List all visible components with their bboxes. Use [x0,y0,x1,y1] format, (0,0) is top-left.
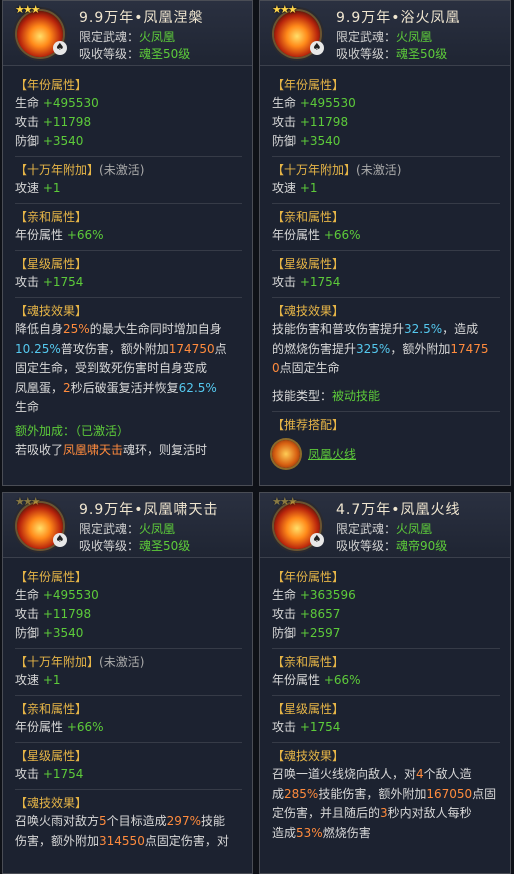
skill-description: 降低自身25%的最大生命同时增加自身 10.25%普攻伤害，额外附加174750… [15,322,227,414]
affinity-header: 【亲和属性】 [272,655,345,669]
card-header: ★★★ ♠ 4.7万年•凤凰火线 限定武魂：火凤凰 吸收等级：魂帝90级 [260,493,510,558]
card-header: ★★★ ♠ 9.9万年•凤凰涅槃 限定武魂：火凤凰 吸收等级：魂圣50级 [3,1,252,66]
bonus-header: 【十万年附加】(未激活) [15,655,145,669]
divider [15,250,242,251]
def-row: 防御 +3540 [272,134,341,148]
skill-description: 召唤火雨对敌方5个目标造成297%技能 伤害，额外附加314550点固定伤害，对 [15,814,229,848]
skill-type-row: 技能类型：被动技能 [272,388,381,403]
divider [15,648,242,649]
hp-row: 生命 +495530 [15,96,99,110]
divider [15,789,242,790]
divider [272,742,500,743]
star-row: 攻击 +1754 [15,767,84,781]
skill-header: 【魂技效果】 [15,304,88,318]
extra-bonus-text: 若吸收了凤凰啸天击魂环，则复活时 [15,442,208,457]
divider [272,410,500,412]
limit-row: 限定武魂：火凤凰 [79,522,176,536]
level-row: 吸收等级：魂帝90级 [336,539,448,553]
atk-row: 攻击 +11798 [15,607,92,621]
divider [272,297,500,298]
star-attr-header: 【星级属性】 [15,257,88,271]
year-attr-header: 【年份属性】 [15,570,88,584]
def-row: 防御 +2597 [272,626,341,640]
skill-header: 【魂技效果】 [272,304,345,318]
extra-bonus-label: 额外加成：（已激活） [15,423,130,438]
card-title: 9.9万年•凤凰啸天击 [79,502,219,518]
affinity-header: 【亲和属性】 [15,210,88,224]
skill-description: 召唤一道火线烧向敌人，对4个敌人造 成285%技能伤害，额外附加167050点固… [272,767,497,840]
phoenix-fireline-icon[interactable] [272,439,300,468]
level-row: 吸收等级：魂圣50级 [79,47,191,61]
skill-header: 【魂技效果】 [15,796,88,810]
divider [272,156,500,157]
year-attr-header: 【年份属性】 [272,570,345,584]
level-row: 吸收等级：魂圣50级 [79,539,191,553]
affinity-row: 年份属性 +66% [272,673,361,687]
atk-row: 攻击 +11798 [272,115,349,129]
divider [272,203,500,204]
def-row: 防御 +3540 [15,626,84,640]
affinity-header: 【亲和属性】 [15,702,88,716]
card-title: 9.9万年•浴火凤凰 [336,10,461,26]
divider [272,648,500,649]
spade-badge-icon: ♠ [53,533,67,547]
def-row: 防御 +3540 [15,134,84,148]
divider [272,250,500,251]
recommend-link[interactable]: 凤凰火线 [308,447,356,461]
divider [15,203,242,204]
spade-badge-icon: ♠ [310,41,324,55]
star-attr-header: 【星级属性】 [15,749,88,763]
spade-badge-icon: ♠ [53,41,67,55]
card-header: ★★★ ♠ 9.9万年•凤凰啸天击 限定武魂：火凤凰 吸收等级：魂圣50级 [3,493,252,558]
limit-row: 限定武魂：火凤凰 [336,30,433,44]
atk-row: 攻击 +11798 [15,115,92,129]
star-row: 攻击 +1754 [272,720,341,734]
affinity-row: 年份属性 +66% [15,228,104,242]
bonus-header: 【十万年附加】(未激活) [272,163,402,177]
level-row: 吸收等级：魂圣50级 [336,47,448,61]
affinity-header: 【亲和属性】 [272,210,345,224]
star-rating-icon: ★★★ [272,3,298,16]
bonus-row: 攻速 +1 [15,673,61,687]
star-attr-header: 【星级属性】 [272,702,345,716]
year-attr-header: 【年份属性】 [272,78,345,92]
recommend-item[interactable]: 凤凰火线 [272,439,500,468]
skill-description: 技能伤害和普攻伤害提升32.5%，造成 的燃烧伤害提升325%，额外附加1747… [272,322,489,375]
star-rating-icon: ★★★ [15,495,41,508]
soul-ring-card-4: ★★★ ♠ 4.7万年•凤凰火线 限定武魂：火凤凰 吸收等级：魂帝90级 【年份… [259,492,511,874]
soul-ring-card-1: ★★★ ♠ 9.9万年•凤凰涅槃 限定武魂：火凤凰 吸收等级：魂圣50级 【年份… [2,0,253,486]
star-rating-icon: ★★★ [272,495,298,508]
star-row: 攻击 +1754 [15,275,84,289]
divider [15,297,242,298]
bonus-row: 攻速 +1 [15,181,61,195]
star-rating-icon: ★★★ [15,3,41,16]
atk-row: 攻击 +8657 [272,607,341,621]
soul-ring-card-3: ★★★ ♠ 9.9万年•凤凰啸天击 限定武魂：火凤凰 吸收等级：魂圣50级 【年… [2,492,253,874]
star-row: 攻击 +1754 [272,275,341,289]
divider [272,695,500,696]
affinity-row: 年份属性 +66% [272,228,361,242]
bonus-row: 攻速 +1 [272,181,318,195]
star-attr-header: 【星级属性】 [272,257,345,271]
bonus-header: 【十万年附加】(未激活) [15,163,145,177]
soul-ring-card-2: ★★★ ♠ 9.9万年•浴火凤凰 限定武魂：火凤凰 吸收等级：魂圣50级 【年份… [259,0,511,486]
card-title: 4.7万年•凤凰火线 [336,502,461,518]
card-title: 9.9万年•凤凰涅槃 [79,10,204,26]
affinity-row: 年份属性 +66% [15,720,104,734]
hp-row: 生命 +495530 [272,96,356,110]
card-header: ★★★ ♠ 9.9万年•浴火凤凰 限定武魂：火凤凰 吸收等级：魂圣50级 [260,1,510,66]
spade-badge-icon: ♠ [310,533,324,547]
limit-row: 限定武魂：火凤凰 [336,522,433,536]
limit-row: 限定武魂：火凤凰 [79,30,176,44]
divider [15,156,242,157]
hp-row: 生命 +495530 [15,588,99,602]
divider [15,695,242,696]
year-attr-header: 【年份属性】 [15,78,88,92]
divider [15,742,242,743]
skill-header: 【魂技效果】 [272,749,345,763]
recommend-header: 【推荐搭配】 [272,417,345,432]
hp-row: 生命 +363596 [272,588,356,602]
